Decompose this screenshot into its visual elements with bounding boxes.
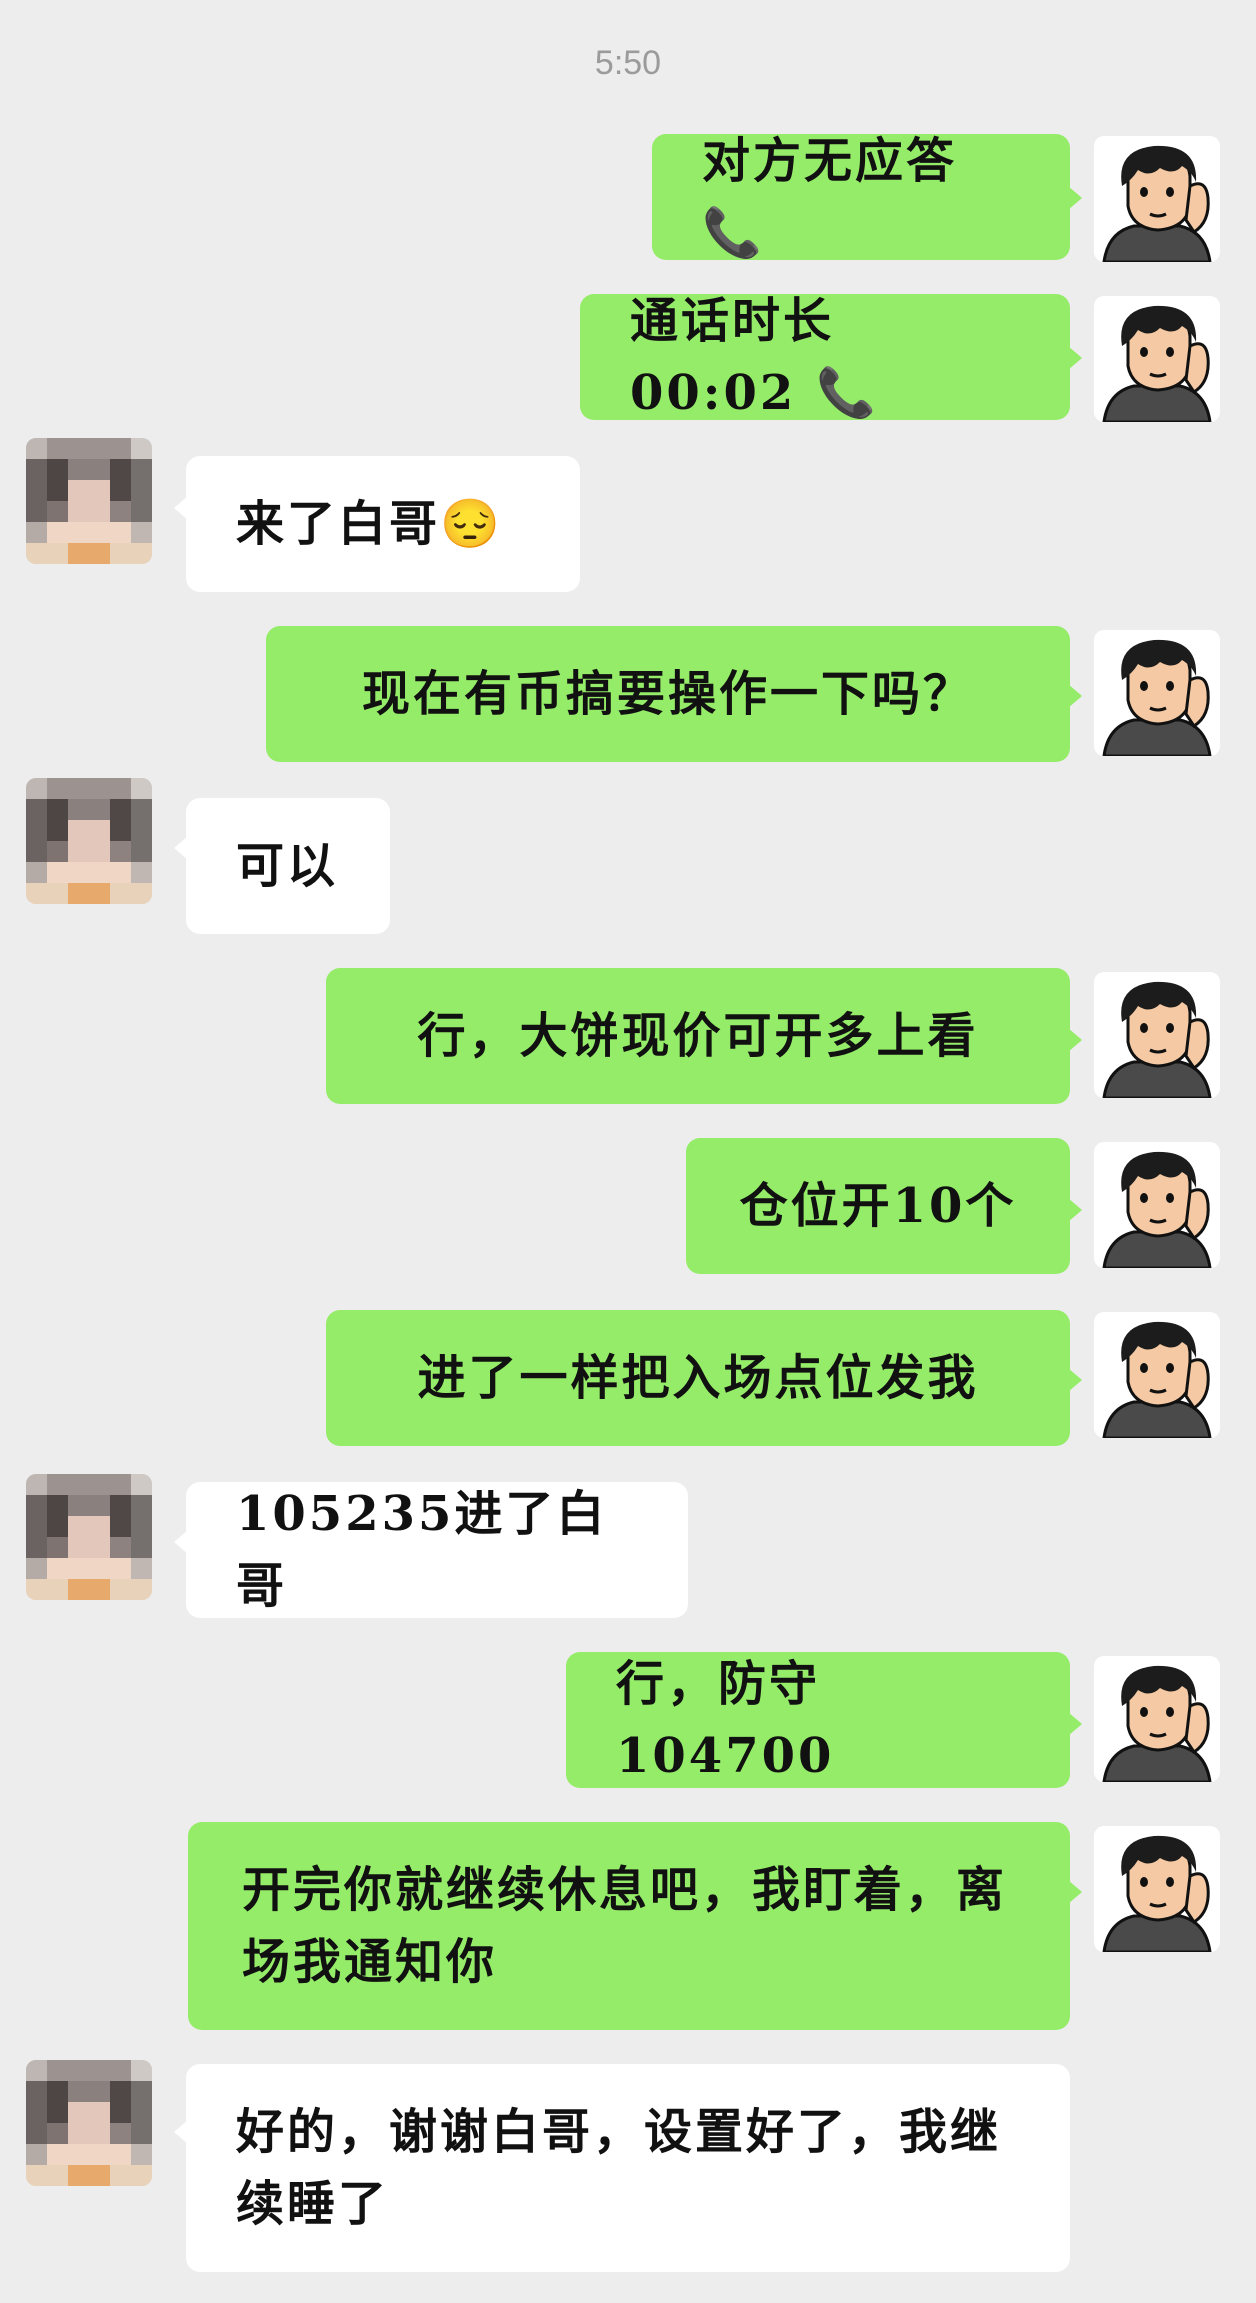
message-bubble-sent[interactable]: 通话时长 00:02 📞 bbox=[580, 293, 1070, 421]
my-avatar[interactable] bbox=[1094, 1826, 1220, 1952]
bubble-tail bbox=[1068, 1368, 1082, 1392]
my-avatar[interactable] bbox=[1094, 296, 1220, 422]
my-avatar[interactable] bbox=[1094, 972, 1220, 1098]
timestamp: 5:50 bbox=[594, 44, 662, 82]
bubble-tail bbox=[1068, 186, 1082, 210]
message-text: 开完你就继续休息吧，我盯着，离场我通知你 bbox=[242, 1862, 1008, 1990]
message-text: 可以 bbox=[236, 838, 339, 894]
cartoon-boy-avatar-icon bbox=[1094, 1826, 1220, 1952]
message-text: 现在有币搞要操作一下吗？ bbox=[361, 666, 974, 722]
cartoon-boy-avatar-icon bbox=[1094, 972, 1220, 1098]
cartoon-boy-avatar-icon bbox=[1094, 1656, 1220, 1782]
my-avatar[interactable] bbox=[1094, 136, 1220, 262]
message-text: 通话时长 00:02 📞 bbox=[630, 293, 879, 421]
bubble-tail bbox=[1068, 1712, 1082, 1736]
bubble-tail bbox=[1068, 1028, 1082, 1052]
cartoon-boy-avatar-icon bbox=[1094, 630, 1220, 756]
message-text: 来了白哥😔 bbox=[236, 496, 503, 552]
message-text: 仓位开10个 bbox=[739, 1178, 1017, 1234]
message-bubble-received[interactable]: 来了白哥😔 bbox=[186, 456, 580, 592]
cartoon-boy-avatar-icon bbox=[1094, 1142, 1220, 1268]
message-text: 行，大饼现价可开多上看 bbox=[417, 1008, 979, 1064]
cartoon-boy-avatar-icon bbox=[1094, 1312, 1220, 1438]
my-avatar[interactable] bbox=[1094, 630, 1220, 756]
cartoon-boy-avatar-icon bbox=[1094, 136, 1220, 262]
message-bubble-sent[interactable]: 进了一样把入场点位发我 bbox=[326, 1310, 1070, 1446]
bubble-tail bbox=[1068, 346, 1082, 370]
message-bubble-received[interactable]: 可以 bbox=[186, 798, 390, 934]
pixelated-contact-avatar-icon bbox=[26, 778, 152, 904]
message-text: 好的，谢谢白哥，设置好了，我继续睡了 bbox=[236, 2104, 1002, 2232]
pixelated-contact-avatar-icon bbox=[26, 438, 152, 564]
bubble-tail bbox=[1068, 1198, 1082, 1222]
my-avatar[interactable] bbox=[1094, 1656, 1220, 1782]
message-bubble-sent[interactable]: 现在有币搞要操作一下吗？ bbox=[266, 626, 1070, 762]
message-bubble-sent[interactable]: 开完你就继续休息吧，我盯着，离场我通知你 bbox=[188, 1822, 1070, 2030]
message-bubble-sent[interactable]: 行，大饼现价可开多上看 bbox=[326, 968, 1070, 1104]
bubble-tail bbox=[1068, 684, 1082, 708]
my-avatar[interactable] bbox=[1094, 1142, 1220, 1268]
contact-avatar[interactable] bbox=[26, 778, 152, 904]
message-bubble-received[interactable]: 105235进了白哥 bbox=[186, 1482, 688, 1618]
message-text: 105235进了白哥 bbox=[236, 1486, 608, 1614]
contact-avatar[interactable] bbox=[26, 1474, 152, 1600]
message-bubble-received[interactable]: 好的，谢谢白哥，设置好了，我继续睡了 bbox=[186, 2064, 1070, 2272]
contact-avatar[interactable] bbox=[26, 2060, 152, 2186]
pixelated-contact-avatar-icon bbox=[26, 2060, 152, 2186]
pixelated-contact-avatar-icon bbox=[26, 1474, 152, 1600]
message-text: 行，防守104700 bbox=[616, 1656, 835, 1784]
message-text: 进了一样把入场点位发我 bbox=[417, 1350, 979, 1406]
bubble-tail bbox=[1068, 1880, 1082, 1904]
cartoon-boy-avatar-icon bbox=[1094, 296, 1220, 422]
message-bubble-sent[interactable]: 对方无应答 📞 bbox=[652, 133, 1070, 261]
my-avatar[interactable] bbox=[1094, 1312, 1220, 1438]
contact-avatar[interactable] bbox=[26, 438, 152, 564]
message-text: 对方无应答 📞 bbox=[702, 133, 958, 261]
message-bubble-sent[interactable]: 行，防守104700 bbox=[566, 1652, 1070, 1788]
message-bubble-sent[interactable]: 仓位开10个 bbox=[686, 1138, 1070, 1274]
